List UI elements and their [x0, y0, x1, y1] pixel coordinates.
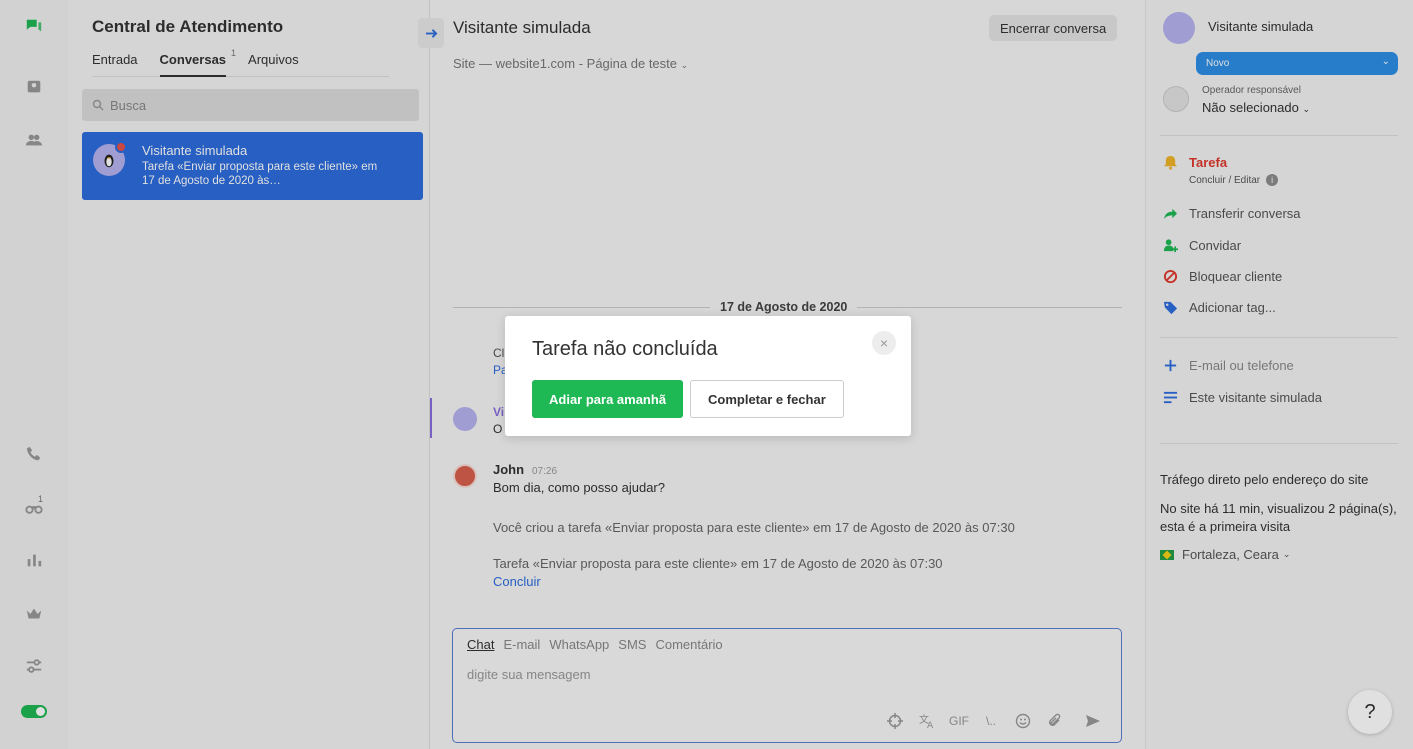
modal-title: Tarefa não concluída — [532, 338, 718, 360]
task-modal: Tarefa não concluída × Adiar para amanhã… — [505, 316, 911, 436]
complete-close-button[interactable]: Completar e fechar — [690, 380, 844, 418]
postpone-button[interactable]: Adiar para amanhã — [532, 380, 684, 418]
close-icon[interactable]: × — [872, 331, 896, 355]
